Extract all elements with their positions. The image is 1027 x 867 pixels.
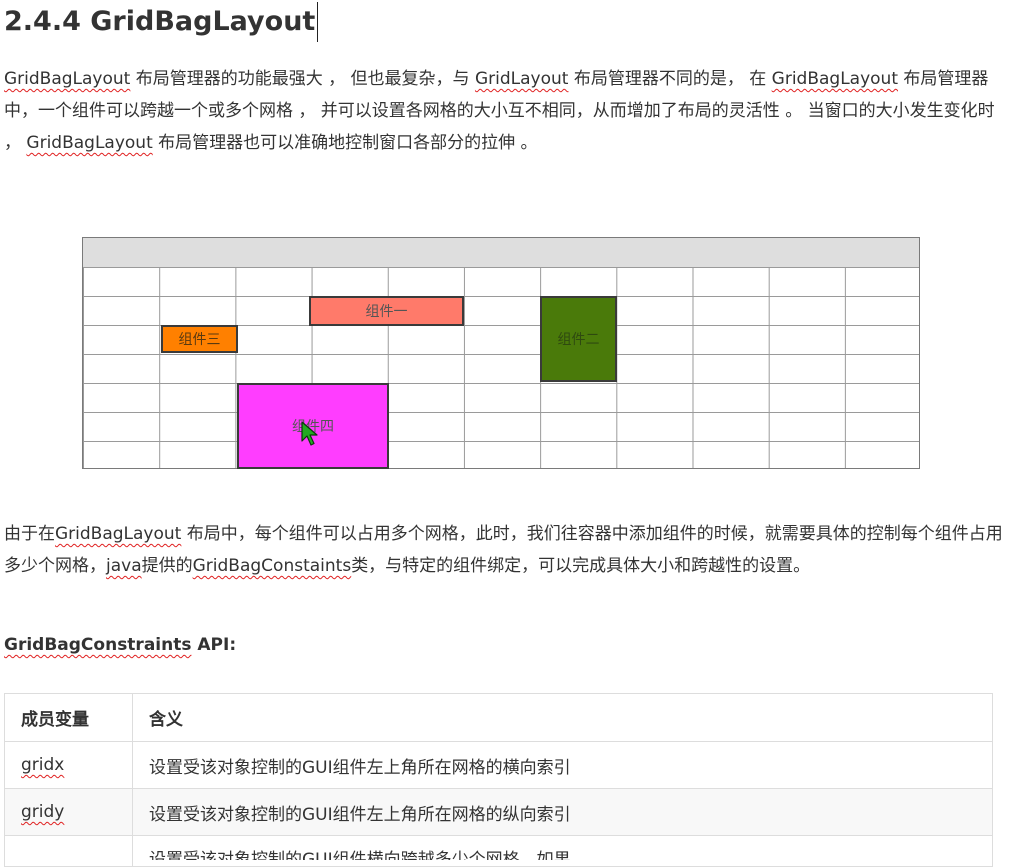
header-member: 成员变量 [4,693,133,742]
component-one-box: 组件一 [309,296,464,326]
intro-text-2: 布局管理器不同的是， 在 [568,69,772,89]
explanation-text-4: 类，与特定的组件绑定，可以完成具体大小和跨越性的设置。 [351,556,811,576]
explanation-text-1: 由于在 [4,524,55,544]
table-row: gridy 设置受该对象控制的GUI组件左上角所在网格的纵向索引 [4,788,993,836]
explanation-term-2: java [106,556,142,576]
explanation-text-3: 提供的 [141,556,193,576]
explanation-term-3: GridBagConstaints [192,556,352,576]
explanation-paragraph: 由于在GridBagLayout 布局中，每个组件可以占用多个网格，此时，我们往… [4,518,1004,582]
intro-text-4: 布局管理器也可以准确地控制窗口各部分的拉伸 。 [152,133,538,153]
component-two-box: 组件二 [540,296,617,382]
api-heading: GridBagConstraints API: [4,629,236,661]
row-description: 设置受该对象控制的GUI组件横向跨越多少个网格，如果 [132,835,993,867]
row-description: 设置受该对象控制的GUI组件左上角所在网格的横向索引 [132,741,993,789]
intro-text-1: 布局管理器的功能最强大 ， 但也最复杂，与 [130,69,475,89]
row-member-name [4,835,133,867]
row-description: 设置受该对象控制的GUI组件左上角所在网格的纵向索引 [132,788,993,836]
component-one-label: 组件一 [365,304,408,320]
api-table: 成员变量 含义 gridx 设置受该对象控制的GUI组件左上角所在网格的横向索引… [4,693,993,867]
row-member-name: gridx [4,741,133,789]
intro-term-2: GridLayout [474,69,569,89]
section-heading: 2.4.4 GridBagLayout [4,2,319,42]
explanation-term-1: GridBagLayout [55,524,182,544]
table-row: gridx 设置受该对象控制的GUI组件左上角所在网格的横向索引 [4,741,993,789]
api-heading-name: GridBagConstraints [4,635,192,655]
row-description-text: 设置受该对象控制的GUI组件横向跨越多少个网格，如果 [149,850,571,860]
header-meaning: 含义 [132,693,993,742]
component-two-label: 组件二 [557,332,600,348]
member-gridy: gridy [21,802,65,822]
gridbag-diagram: 组件一 组件二 组件三 组件四 [82,237,920,469]
api-heading-suffix: API: [191,635,237,655]
intro-term-1: GridBagLayout [4,69,131,89]
intro-term-3: GridBagLayout [771,69,898,89]
row-member-name: gridy [4,788,133,836]
table-row: 设置受该对象控制的GUI组件横向跨越多少个网格，如果 [4,835,993,867]
component-three-label: 组件三 [178,332,221,348]
member-gridx: gridx [21,755,65,775]
intro-term-4: GridBagLayout [26,133,153,153]
table-header-row: 成员变量 含义 [4,693,993,742]
component-three-box: 组件三 [161,325,238,353]
intro-paragraph: GridBagLayout 布局管理器的功能最强大 ， 但也最复杂，与 Grid… [4,63,1004,159]
mouse-pointer-icon [301,421,318,446]
